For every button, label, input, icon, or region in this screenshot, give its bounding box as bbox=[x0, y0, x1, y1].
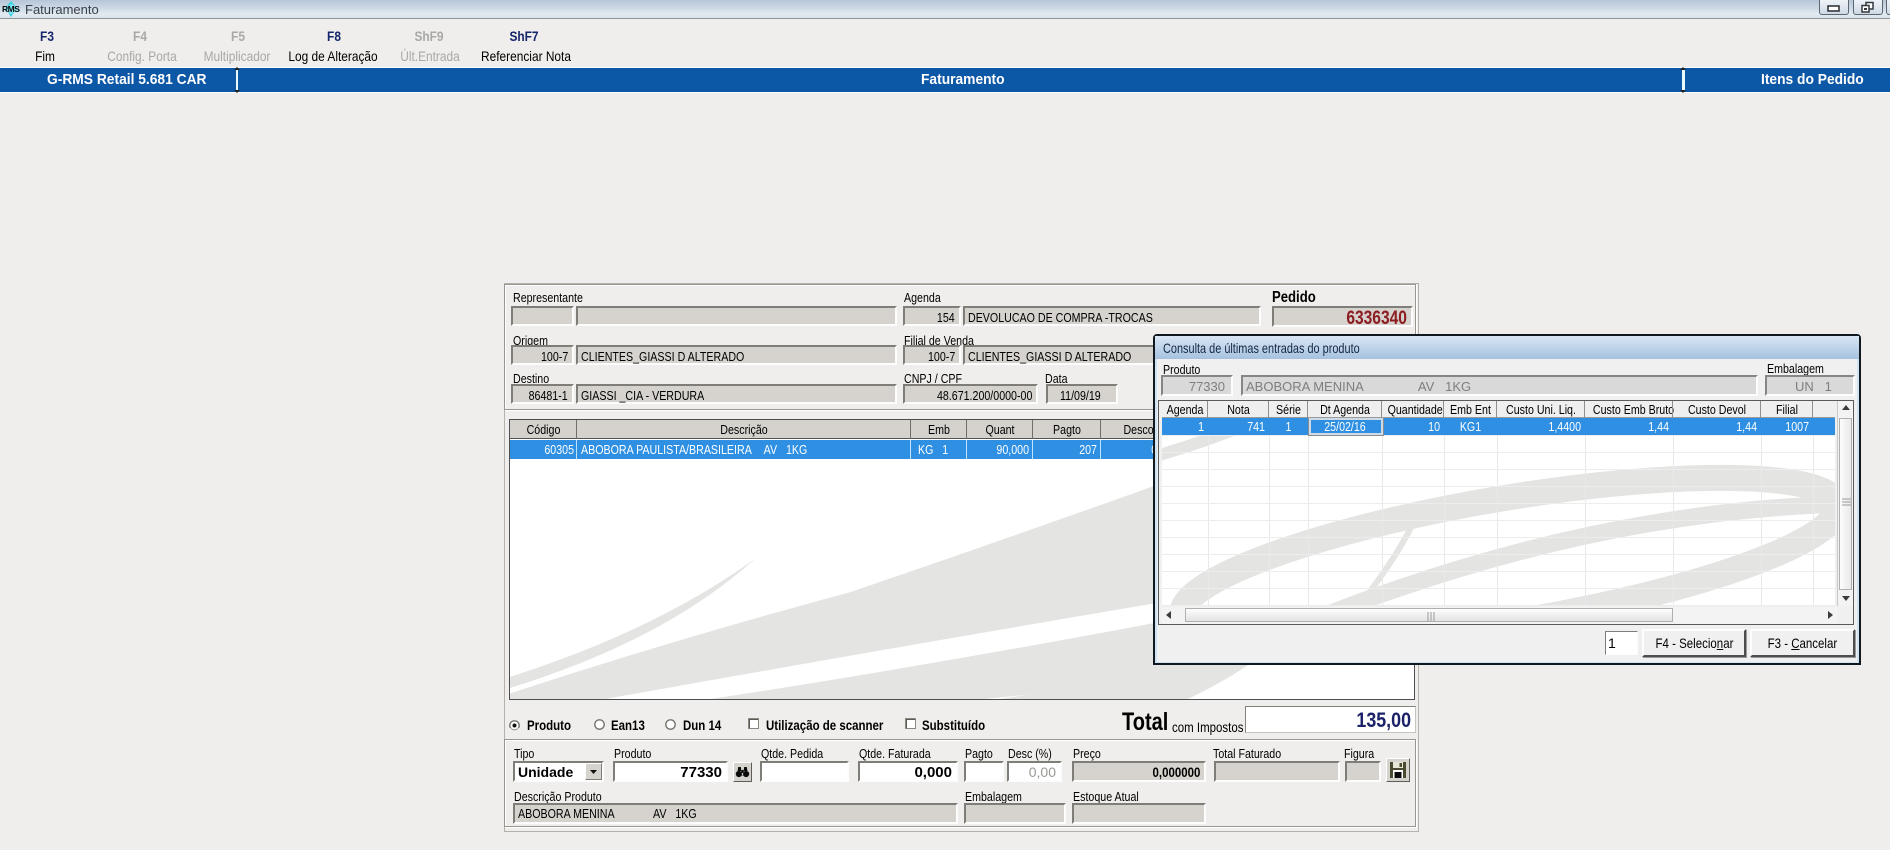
svg-text:RMS: RMS bbox=[2, 4, 20, 14]
